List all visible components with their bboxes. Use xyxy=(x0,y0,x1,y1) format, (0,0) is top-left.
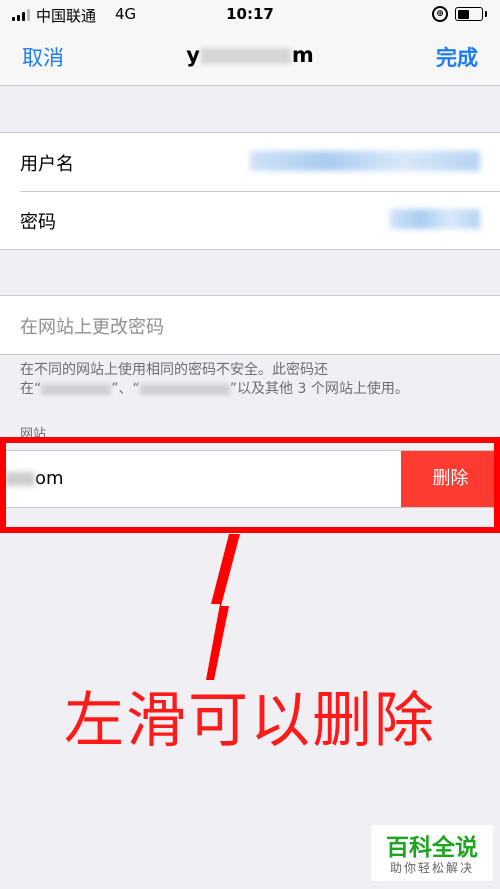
annotation-text: 左滑可以删除 xyxy=(64,686,436,756)
watermark-logo: 百科全说 助你轻松解决 xyxy=(371,825,493,881)
watermark-subtitle: 助你轻松解决 xyxy=(389,861,474,875)
watermark-title: 百科全说 xyxy=(386,835,478,861)
